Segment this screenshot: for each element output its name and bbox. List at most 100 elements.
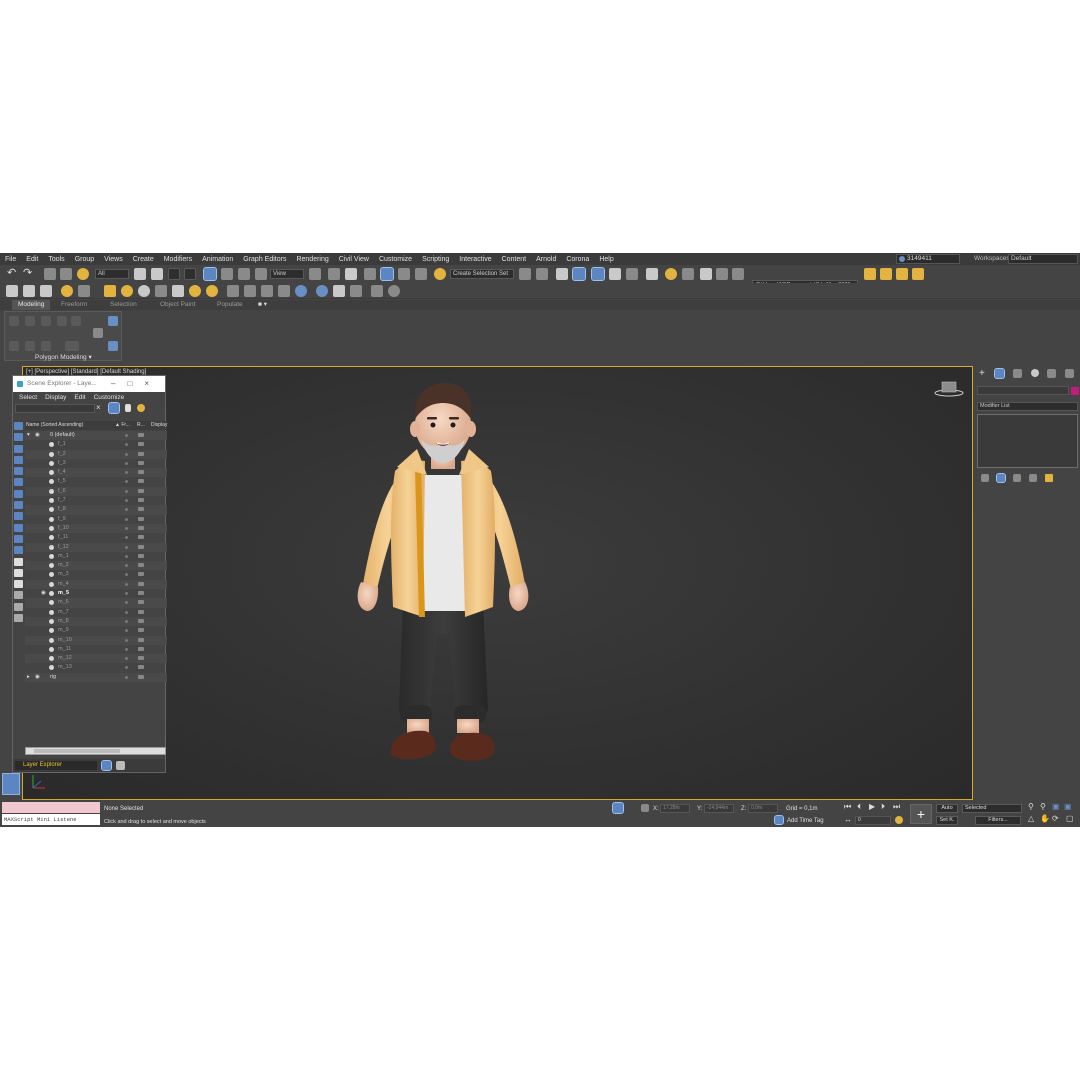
menu-group[interactable]: Group [70,256,99,263]
render-iterative-icon[interactable] [716,268,728,280]
sun-icon[interactable] [189,285,201,297]
display-mode-icon[interactable] [138,498,144,503]
display-mode-icon[interactable] [138,442,144,447]
modeling-tool-icon[interactable] [41,341,51,351]
display-mode-icon[interactable] [138,553,144,558]
display-shapes-icon[interactable] [14,433,23,442]
eye-icon[interactable]: ◉ [41,589,46,598]
se-search-input[interactable] [15,404,95,413]
modeling-tool-icon[interactable] [57,316,67,326]
open-project-icon[interactable] [880,268,892,280]
render-setup-icon[interactable] [665,268,677,280]
menu-civil-view[interactable]: Civil View [334,256,374,263]
unlink-icon[interactable] [60,268,72,280]
display-mode-icon[interactable] [138,628,144,633]
user-account-dropdown[interactable]: 3149411 [896,254,960,264]
z-coordinate-field[interactable]: 0,0m [748,804,778,813]
material-sphere-icon[interactable] [316,285,328,297]
teapot-icon[interactable] [155,285,167,297]
freeze-toggle-icon[interactable] [125,545,128,549]
display-none-icon[interactable] [14,568,23,577]
place-icon[interactable] [255,268,267,280]
menu-file[interactable]: File [0,256,21,263]
object-row[interactable]: f_4 [25,468,167,478]
pin-stack-icon[interactable] [981,474,989,482]
filter-icon[interactable] [108,402,120,414]
maximize-viewport-icon[interactable]: ▢ [1066,815,1074,823]
se-menu-display[interactable]: Display [45,392,66,403]
object-row[interactable]: ◉ m_5 [25,589,167,598]
object-row[interactable]: m_3 [25,570,167,579]
display-mode-icon[interactable] [138,618,144,623]
tab-modeling[interactable]: Modeling [12,300,51,310]
freeze-toggle-icon[interactable] [125,452,128,456]
sync-selection-icon[interactable] [137,404,145,412]
window-controls[interactable]: –□× [111,376,161,392]
proxy-icon[interactable] [244,285,256,297]
menu-content[interactable]: Content [497,256,532,263]
render-frame-icon[interactable] [40,285,52,297]
freeze-toggle-icon[interactable] [125,675,128,679]
object-row[interactable]: m_9 [25,626,167,635]
layer-explorer-dropdown[interactable]: Layer Explorer [15,761,97,770]
undo-icon[interactable]: ↶ [7,268,16,279]
time-tag-icon[interactable] [774,815,784,825]
tab-selection[interactable]: Selection [110,300,137,310]
freeze-toggle-icon[interactable] [125,443,128,447]
freeze-toggle-icon[interactable] [125,480,128,484]
cone-icon[interactable] [172,285,184,297]
menu-customize[interactable]: Customize [374,256,417,263]
sort-by-hierarchy-icon[interactable] [116,761,125,770]
modeling-tool-icon[interactable] [9,316,19,326]
render-in-cloud-icon[interactable] [732,268,744,280]
modeling-tool-icon[interactable] [25,316,35,326]
fur-icon[interactable] [278,285,290,297]
orbit-icon[interactable]: ⟳ [1052,815,1059,823]
field-of-view-icon[interactable]: △ [1028,815,1034,823]
display-xrefs-icon[interactable] [14,501,23,510]
modifier-stack[interactable] [977,414,1078,468]
viewcube-icon[interactable] [934,381,964,397]
viewport-layout-tab[interactable] [2,773,20,795]
freeze-toggle-icon[interactable] [125,461,128,465]
object-row[interactable]: m_1 [25,552,167,561]
modeling-tool-icon[interactable] [9,341,19,351]
object-color-swatch[interactable] [1071,387,1079,395]
freeze-toggle-icon[interactable] [125,666,128,670]
layer-row-rig[interactable]: ▸ ◉ rig [25,672,167,683]
selection-lock-icon[interactable] [641,804,649,812]
toggle-scene-explorer-icon[interactable] [556,268,568,280]
freeze-toggle-icon[interactable] [125,508,128,512]
object-row[interactable]: m_8 [25,616,167,627]
display-groups-icon[interactable] [14,489,23,498]
snaps-toggle-icon[interactable] [364,268,376,280]
object-row[interactable]: f_1 [25,440,167,449]
make-unique-icon[interactable] [1013,474,1021,482]
modeling-tool-icon[interactable] [25,341,35,351]
color-picker-icon[interactable] [333,285,345,297]
display-mode-icon[interactable] [138,665,144,670]
angle-snap-icon[interactable] [380,267,394,281]
display-geometry-icon[interactable] [14,422,23,430]
zoom-extents-icon[interactable]: ▣ [1052,803,1060,811]
freeze-toggle-icon[interactable] [125,564,128,568]
freeze-toggle-icon[interactable] [125,647,128,651]
align-icon[interactable] [536,268,548,280]
display-spacewarps-icon[interactable] [14,478,23,487]
display-mode-icon[interactable] [138,646,144,651]
polygon-mode-icon[interactable] [108,341,118,351]
help-icon[interactable] [388,285,400,297]
tab-freeform[interactable]: Freeform [61,300,87,310]
object-row[interactable]: f_7 [25,496,167,505]
display-bones-icon[interactable] [14,512,23,521]
display-mode-icon[interactable] [138,433,144,437]
select-manipulate-icon[interactable] [328,268,340,280]
display-mode-icon[interactable] [138,591,144,596]
display-mode-icon[interactable] [138,516,144,521]
object-row[interactable]: f_8 [25,505,167,515]
freeze-toggle-icon[interactable] [125,601,128,605]
display-mode-icon[interactable] [138,600,144,605]
display-hidden-icon[interactable] [14,546,23,555]
freeze-toggle-icon[interactable] [125,573,128,577]
select-scale-icon[interactable] [238,268,250,280]
